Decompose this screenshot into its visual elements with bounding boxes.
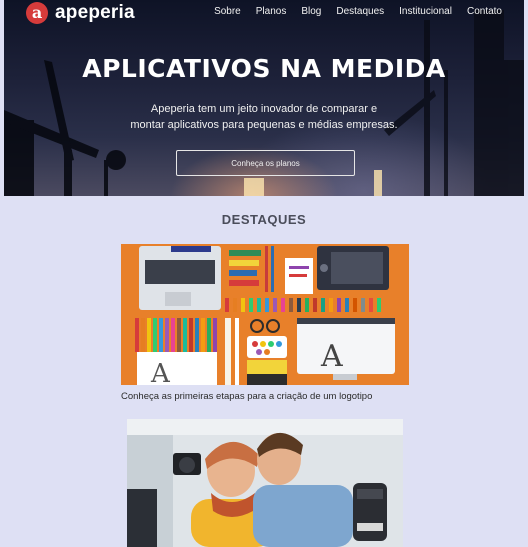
brand-logo-icon: a: [26, 2, 48, 24]
destaque-image-logo-design[interactable]: A A: [121, 244, 409, 385]
nav-item-planos[interactable]: Planos: [256, 6, 287, 17]
hero-subtitle-line-2: montar aplicativos para pequenas e média…: [130, 119, 398, 131]
design-tools-illustration: A A: [121, 244, 409, 385]
cta-plans-button[interactable]: Conheça os planos: [176, 150, 355, 176]
brand-name: apeperia: [55, 2, 135, 23]
nav-item-destaques[interactable]: Destaques: [336, 6, 384, 17]
svg-text:A: A: [150, 359, 171, 385]
nav-item-institucional[interactable]: Institucional: [399, 6, 452, 17]
hero-subtitle-line-1: Apeperia tem um jeito inovador de compar…: [150, 103, 378, 115]
brand[interactable]: a apeperia: [26, 2, 135, 24]
hero-banner: a apeperia Sobre Planos Blog Destaques I…: [4, 0, 524, 196]
main-nav: Sobre Planos Blog Destaques Instituciona…: [214, 6, 502, 17]
hero-title: APLICATIVOS NA MEDIDA: [82, 54, 446, 83]
nav-item-blog[interactable]: Blog: [301, 6, 321, 17]
section-title-destaques: DESTAQUES: [221, 212, 307, 227]
nav-item-contato[interactable]: Contato: [467, 6, 502, 17]
hero-subtitle: Apeperia tem um jeito inovador de compar…: [4, 101, 524, 133]
destaque-caption-logo-design[interactable]: Conheça as primeiras etapas para a criaç…: [121, 391, 372, 402]
photographers-photo: [127, 419, 403, 547]
nav-item-sobre[interactable]: Sobre: [214, 6, 241, 17]
destaque-image-photographers[interactable]: [127, 419, 403, 547]
svg-text:A: A: [320, 339, 343, 374]
